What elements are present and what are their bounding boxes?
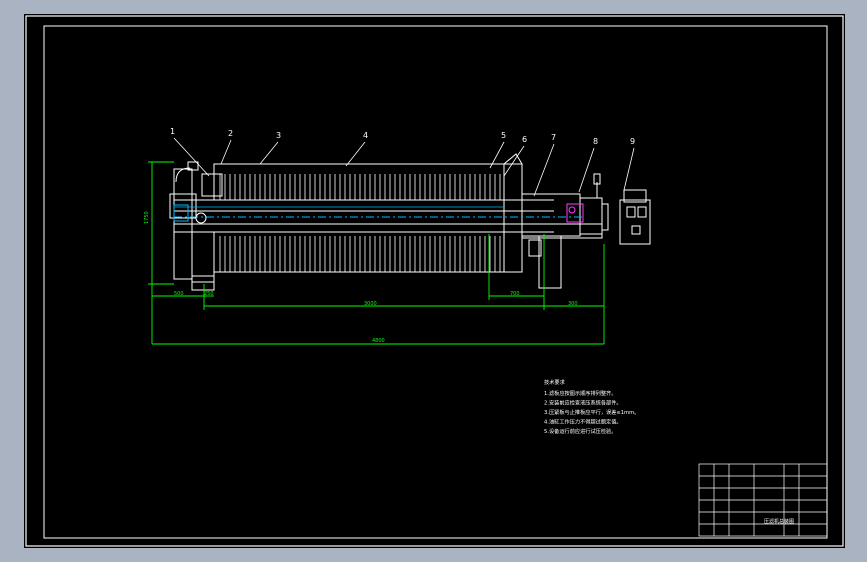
drawing-canvas: 1750 500 250 3000 700 300 4800 1 2 3 4 5 6 7 8 9… (25, 15, 844, 547)
head-plate (201, 173, 223, 197)
note-line: 5.设备运行前应进行试压检验。 (544, 427, 616, 435)
title-block (698, 463, 828, 537)
note-line: 4.油缸工作压力不得超过额定值。 (544, 418, 622, 426)
leader-lines (173, 137, 635, 197)
cylinder-leg (538, 235, 562, 289)
technical-notes: 技术要求 1.滤板应按图示顺序排列整齐。 2.安装前应检查液压系统各部件。3.压紧… (544, 378, 639, 435)
note-line: 3.压紧板与止推板应平行，误差≤1mm。 (544, 408, 639, 416)
dim-overall-length: 4800 (372, 338, 385, 344)
note-line: 1.滤板应按图示顺序排列整齐。 (544, 389, 616, 397)
filter-plate-hatching-upper (219, 174, 501, 200)
part-labels: 1 2 3 4 5 6 7 8 9 (170, 127, 635, 146)
dim-bottom-left-a: 500 (174, 291, 184, 297)
dim-height-left: 1750 (144, 211, 150, 224)
part-label-5: 5 (501, 131, 506, 140)
dimension-lines (148, 161, 605, 345)
part-label-6: 6 (522, 135, 527, 144)
pressing-plate (503, 163, 523, 273)
filter-plates-upper (213, 163, 505, 201)
filter-plate-hatching-lower (219, 236, 501, 272)
dim-middle-span: 3000 (364, 301, 377, 307)
sheet-border-outer (25, 15, 844, 547)
filter-plates-lower (213, 231, 505, 273)
dim-right-span-b: 300 (568, 301, 578, 307)
part-label-8: 8 (593, 137, 598, 146)
left-leg (191, 231, 215, 283)
note-line: 2.安装前应检查液压系统各部件。 (544, 399, 622, 407)
left-foot (191, 275, 215, 291)
part-label-4: 4 (363, 131, 368, 140)
part-label-3: 3 (276, 131, 281, 140)
dim-bottom-left-b: 250 (204, 291, 214, 297)
part-label-1: 1 (170, 127, 175, 136)
sheet-border-inner (43, 25, 828, 539)
part-label-9: 9 (630, 137, 635, 146)
notes-title: 技术要求 (544, 378, 566, 386)
cad-drawing-viewport[interactable]: 1750 500 250 3000 700 300 4800 1 2 3 4 5 6 7 8 9… (24, 14, 845, 548)
part-label-7: 7 (551, 133, 556, 142)
part-label-2: 2 (228, 129, 233, 138)
dimension-texts: 1750 500 250 3000 700 300 4800 (144, 211, 578, 344)
dim-right-span-a: 700 (510, 291, 520, 297)
title-block-name: 压滤机总装图 (764, 518, 794, 525)
